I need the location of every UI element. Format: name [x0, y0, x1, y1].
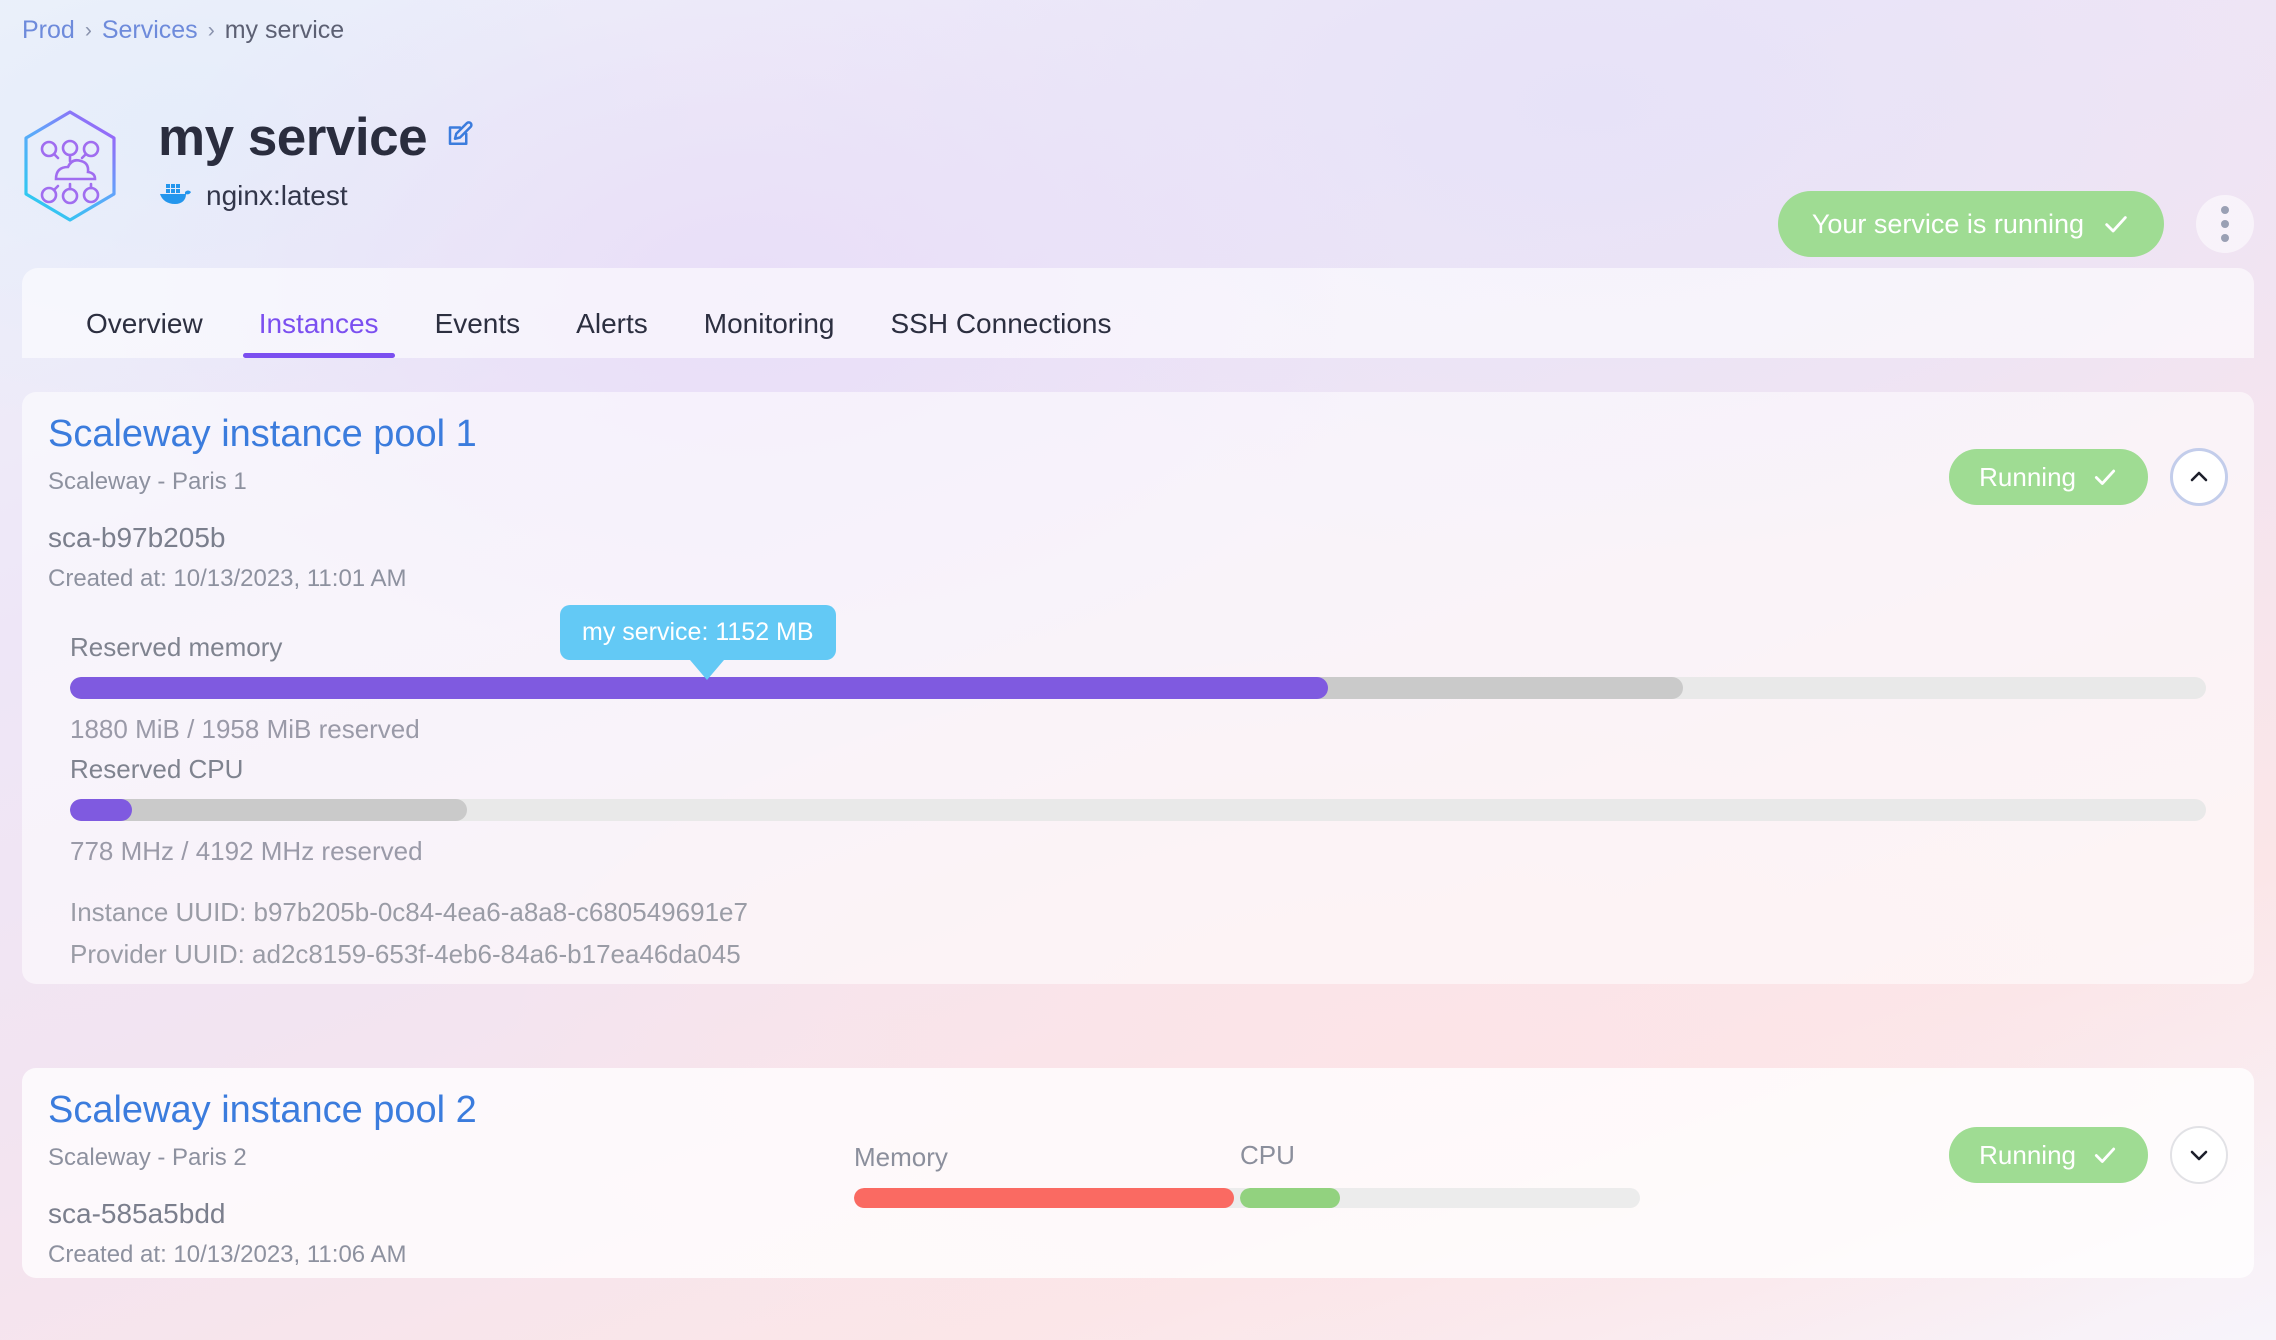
pool-status-label: Running	[1979, 1139, 2076, 1170]
pool-subtitle: Scaleway - Paris 1	[48, 468, 247, 495]
tab-ssh-connections[interactable]: SSH Connections	[862, 310, 1139, 358]
tab-monitoring[interactable]: Monitoring	[676, 310, 863, 358]
reserved-memory-bar[interactable]	[70, 677, 2206, 699]
pool-actions: Running	[1949, 1126, 2228, 1184]
service-status-label: Your service is running	[1811, 208, 2084, 239]
check-icon	[2094, 469, 2116, 485]
reserved-cpu-bar[interactable]	[70, 799, 2206, 821]
service-header: my service nginx:latest Your service is …	[0, 84, 2276, 257]
service-detail-page: Prod › Services › my service my service …	[0, 0, 2276, 1340]
mini-cpu-bar[interactable]	[1240, 1188, 1640, 1208]
pool-expand-toggle[interactable]	[2170, 1126, 2228, 1184]
breadcrumb-item-services[interactable]: Services	[102, 18, 198, 43]
breadcrumb-separator-icon: ›	[84, 19, 92, 42]
pool-status-badge[interactable]: Running	[1949, 1127, 2148, 1183]
check-icon	[2094, 1147, 2116, 1163]
kebab-dot	[2221, 206, 2229, 214]
instance-pool-card-2: Scaleway instance pool 2 Scaleway - Pari…	[22, 1068, 2254, 1278]
reserved-memory-caption: 1880 MiB / 1958 MiB reserved	[70, 714, 420, 744]
memory-tooltip: my service: 1152 MB	[560, 605, 836, 680]
mini-cpu-label: CPU	[1240, 1140, 1295, 1170]
chevron-down-icon	[2190, 1150, 2208, 1161]
reserved-cpu-caption: 778 MHz / 4192 MHz reserved	[70, 836, 423, 866]
kebab-dot	[2221, 220, 2229, 228]
pool-title-link[interactable]: Scaleway instance pool 1	[48, 413, 477, 456]
mini-memory-fill	[854, 1188, 1234, 1208]
container-image-row: nginx:latest	[158, 180, 475, 212]
breadcrumb-item-current: my service	[224, 16, 345, 44]
reserved-memory-used-segment	[70, 677, 1329, 699]
instance-pool-card-1: Scaleway instance pool 1 Scaleway - Pari…	[22, 392, 2254, 984]
pool-created-at: Created at: 10/13/2023, 11:01 AM	[48, 565, 407, 592]
docker-whale-icon	[158, 180, 192, 211]
pool-status-badge[interactable]: Running	[1949, 449, 2148, 505]
kebab-dot	[2221, 234, 2229, 242]
breadcrumb: Prod › Services › my service	[22, 18, 344, 43]
mini-memory-label: Memory	[854, 1142, 948, 1172]
tab-events[interactable]: Events	[407, 310, 549, 358]
kebab-menu-icon[interactable]	[2196, 195, 2254, 253]
service-status-badge[interactable]: Your service is running	[1777, 191, 2164, 257]
tab-bar: Overview Instances Events Alerts Monitor…	[22, 268, 2254, 358]
tab-instances[interactable]: Instances	[231, 310, 407, 358]
reserved-cpu-label: Reserved CPU	[70, 754, 244, 784]
mini-cpu-fill	[1240, 1188, 1340, 1208]
check-icon	[2105, 216, 2127, 233]
pool-subtitle: Scaleway - Paris 2	[48, 1144, 247, 1171]
page-title: my service	[158, 108, 428, 167]
pool-status-label: Running	[1979, 461, 2076, 492]
service-title-block: my service nginx:latest	[158, 110, 475, 212]
container-image-name: nginx:latest	[206, 179, 348, 211]
edit-pencil-icon[interactable]	[445, 120, 475, 155]
title-row: my service	[158, 110, 475, 166]
pool-actions: Running	[1949, 448, 2228, 506]
chevron-up-icon	[2190, 471, 2208, 482]
pool-id: sca-b97b205b	[48, 522, 226, 553]
tab-overview[interactable]: Overview	[58, 310, 231, 358]
provider-uuid: Provider UUID: ad2c8159-653f-4eb6-84a6-b…	[70, 939, 741, 969]
pool-created-at: Created at: 10/13/2023, 11:06 AM	[48, 1241, 407, 1268]
reserved-memory-label: Reserved memory	[70, 632, 283, 662]
cloud-network-hexagon-icon	[18, 108, 122, 224]
pool-collapse-toggle[interactable]	[2170, 448, 2228, 506]
reserved-cpu-used-segment	[70, 799, 132, 821]
tab-list: Overview Instances Events Alerts Monitor…	[22, 268, 1140, 358]
breadcrumb-separator-icon: ›	[207, 19, 215, 42]
pool-title-link[interactable]: Scaleway instance pool 2	[48, 1089, 477, 1132]
tab-alerts[interactable]: Alerts	[548, 310, 676, 358]
breadcrumb-item-prod[interactable]: Prod	[22, 18, 75, 43]
instance-uuid: Instance UUID: b97b205b-0c84-4ea6-a8a8-c…	[70, 897, 748, 927]
pool-id: sca-585a5bdd	[48, 1198, 226, 1229]
mini-memory-bar[interactable]	[854, 1188, 1254, 1208]
